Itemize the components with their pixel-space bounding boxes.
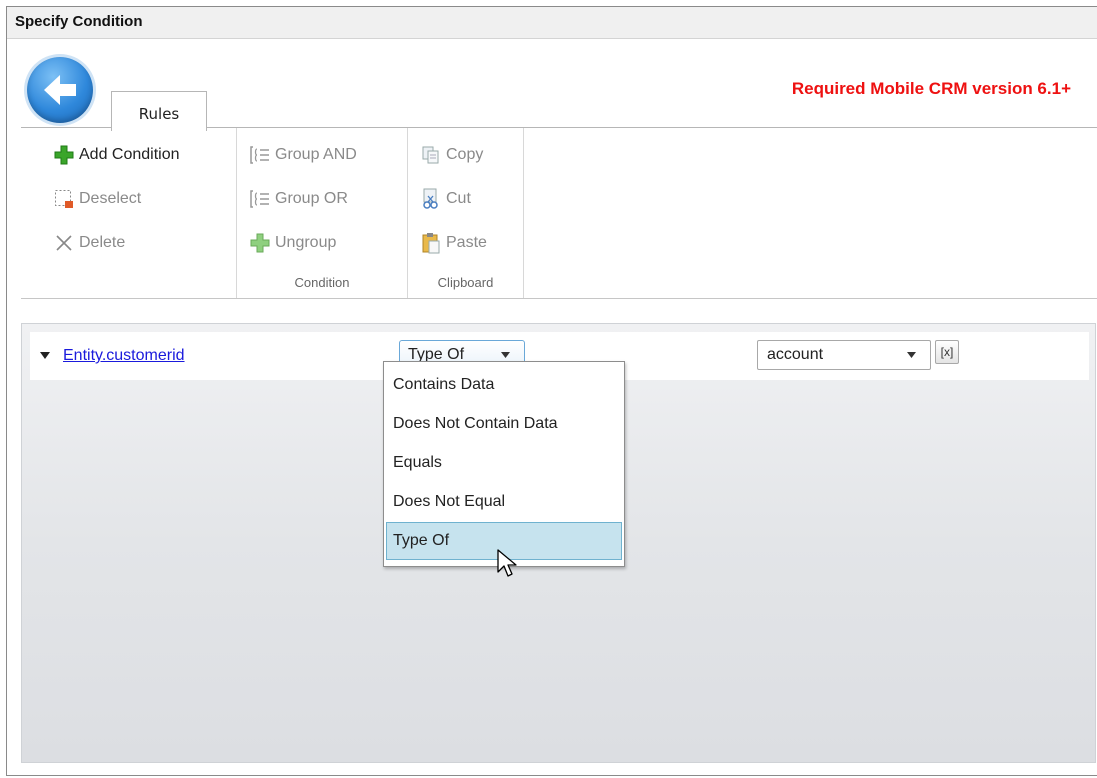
tab-rules[interactable]: Rules xyxy=(111,91,207,131)
delete-button[interactable]: Delete xyxy=(53,228,125,258)
cut-scissors-icon xyxy=(420,188,442,210)
back-arrow-icon xyxy=(44,75,76,105)
copy-label: Copy xyxy=(446,146,484,163)
copy-icon xyxy=(420,144,442,166)
collapse-triangle-icon[interactable] xyxy=(40,352,50,360)
ribbon-header: Rules Required Mobile CRM version 6.1+ xyxy=(7,39,1097,131)
copy-button[interactable]: Copy xyxy=(420,140,483,170)
dropdown-option-equals[interactable]: Equals xyxy=(386,444,622,482)
clear-value-button[interactable]: [x] xyxy=(935,340,959,364)
ungroup-plus-icon xyxy=(249,232,271,254)
value-select[interactable]: account xyxy=(757,340,931,370)
add-condition-label: Add Condition xyxy=(79,146,180,163)
add-condition-button[interactable]: Add Condition xyxy=(53,140,180,170)
add-plus-icon xyxy=(53,144,75,166)
cut-button[interactable]: Cut xyxy=(420,184,471,214)
group-or-label: Group OR xyxy=(275,190,348,207)
ribbon-group-edit: Add Condition Deselect Delete xyxy=(21,128,237,298)
delete-x-icon xyxy=(53,232,75,254)
dropdown-option-does-not-equal[interactable]: Does Not Equal xyxy=(386,483,622,521)
value-text: account xyxy=(767,346,824,363)
group-and-label: Group AND xyxy=(275,146,357,163)
mouse-pointer-icon xyxy=(497,549,517,577)
paste-label: Paste xyxy=(446,234,487,251)
deselect-label: Deselect xyxy=(79,190,142,207)
ungroup-button[interactable]: Ungroup xyxy=(249,228,336,258)
group-or-button[interactable]: Group OR xyxy=(249,184,348,214)
operator-dropdown-list: Contains Data Does Not Contain Data Equa… xyxy=(383,361,625,567)
group-and-button[interactable]: Group AND xyxy=(249,140,357,170)
paste-icon xyxy=(420,232,442,254)
ribbon-group-condition: Group AND Group OR Ungroup Condition xyxy=(237,128,408,298)
ribbon-group-clipboard: Copy Cut Paste Clipboard xyxy=(408,128,524,298)
required-version-note: Required Mobile CRM version 6.1+ xyxy=(791,79,1071,98)
deselect-button[interactable]: Deselect xyxy=(53,184,141,214)
deselect-icon xyxy=(53,188,75,210)
dropdown-option-does-not-contain-data[interactable]: Does Not Contain Data xyxy=(386,405,622,443)
delete-label: Delete xyxy=(79,234,126,251)
cut-label: Cut xyxy=(446,190,471,207)
back-button[interactable] xyxy=(27,57,93,123)
window-title: Specify Condition xyxy=(7,7,1097,39)
ribbon-group-label-condition: Condition xyxy=(294,275,350,290)
ribbon-toolbar: Add Condition Deselect Delete Group AND … xyxy=(21,127,1097,299)
condition-field-link[interactable]: Entity.customerid xyxy=(63,347,185,365)
group-or-icon xyxy=(249,188,271,210)
ungroup-label: Ungroup xyxy=(275,234,337,251)
group-and-icon xyxy=(249,144,271,166)
dropdown-option-contains-data[interactable]: Contains Data xyxy=(386,366,622,404)
paste-button[interactable]: Paste xyxy=(420,228,487,258)
chevron-down-icon xyxy=(907,352,916,358)
chevron-down-icon xyxy=(501,352,510,358)
ribbon-group-label-clipboard: Clipboard xyxy=(437,275,494,290)
